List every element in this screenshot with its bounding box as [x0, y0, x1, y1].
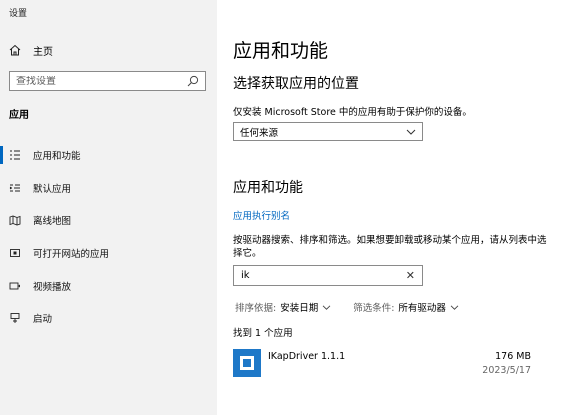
sidebar-item-default-apps[interactable]: 默认应用	[0, 172, 217, 205]
home-nav-item[interactable]: 主页	[9, 42, 53, 58]
sidebar: 设置 主页 应用 应用和功能 默认应用 离线地图	[0, 0, 217, 415]
sidebar-item-label: 默认应用	[33, 183, 72, 195]
app-search-input[interactable]	[241, 270, 406, 281]
sort-by-label: 排序依据:	[235, 303, 277, 314]
home-icon	[9, 44, 21, 56]
apps-for-websites-icon	[9, 247, 21, 259]
chevron-down-icon	[406, 129, 416, 135]
sidebar-item-label: 启动	[33, 314, 53, 326]
sidebar-item-apps-for-websites[interactable]: 可打开网站的应用	[0, 237, 217, 270]
sidebar-item-label: 离线地图	[33, 216, 72, 228]
sidebar-item-startup[interactable]: 启动	[0, 302, 217, 335]
install-source-description: 仅安装 Microsoft Store 中的应用有助于保护你的设备。	[233, 107, 472, 118]
page-title: 应用和功能	[233, 40, 329, 62]
sort-filter-row: 排序依据: 安装日期 筛选条件: 所有驱动器	[235, 300, 459, 314]
settings-search-input[interactable]	[16, 75, 187, 87]
filter-by-value: 所有驱动器	[398, 303, 446, 314]
sidebar-item-label: 应用和功能	[33, 151, 81, 163]
sidebar-item-label: 可打开网站的应用	[33, 249, 110, 261]
clear-icon[interactable]: ✕	[406, 270, 415, 281]
apps-features-heading: 应用和功能	[233, 180, 303, 196]
video-playback-icon	[9, 280, 21, 292]
apps-features-icon	[9, 149, 21, 161]
filter-by-label: 筛选条件:	[353, 303, 395, 314]
sidebar-section-label: 应用	[9, 110, 29, 121]
apps-search-description: 按驱动器搜索、排序和筛选。如果想要卸载或移动某个应用，请从列表中选择它。	[233, 235, 547, 259]
app-icon	[233, 349, 261, 377]
app-install-date: 2023/5/17	[482, 365, 531, 376]
found-count: 找到 1 个应用	[233, 328, 293, 339]
app-search-box[interactable]: ✕	[233, 265, 423, 286]
filter-by-dropdown[interactable]: 筛选条件: 所有驱动器	[353, 300, 459, 314]
window-title: 设置	[9, 9, 28, 19]
sort-by-dropdown[interactable]: 排序依据: 安装日期	[235, 300, 331, 314]
default-apps-icon	[9, 182, 21, 194]
sidebar-item-label: 视频播放	[33, 281, 72, 293]
app-name: IKapDriver 1.1.1	[268, 351, 346, 362]
app-size: 176 MB	[495, 351, 531, 362]
sidebar-item-video-playback[interactable]: 视频播放	[0, 269, 217, 302]
chevron-down-icon	[450, 304, 459, 310]
install-source-value: 任何来源	[240, 127, 279, 139]
sort-by-value: 安装日期	[280, 303, 319, 314]
app-execution-alias-link[interactable]: 应用执行别名	[233, 208, 290, 222]
sidebar-nav: 应用和功能 默认应用 离线地图 可打开网站的应用 视频播放 启动	[0, 139, 217, 335]
sidebar-item-apps-features[interactable]: 应用和功能	[0, 139, 217, 172]
home-label: 主页	[33, 46, 53, 58]
offline-maps-icon	[9, 214, 21, 226]
settings-search-box[interactable]	[9, 71, 206, 91]
install-source-dropdown[interactable]: 任何来源	[233, 122, 423, 141]
install-source-heading: 选择获取应用的位置	[233, 76, 359, 92]
chevron-down-icon	[322, 304, 331, 310]
startup-icon	[9, 312, 21, 324]
app-list-item[interactable]: IKapDriver 1.1.1 176 MB 2023/5/17	[233, 346, 533, 380]
sidebar-item-offline-maps[interactable]: 离线地图	[0, 204, 217, 237]
search-icon	[187, 75, 199, 87]
